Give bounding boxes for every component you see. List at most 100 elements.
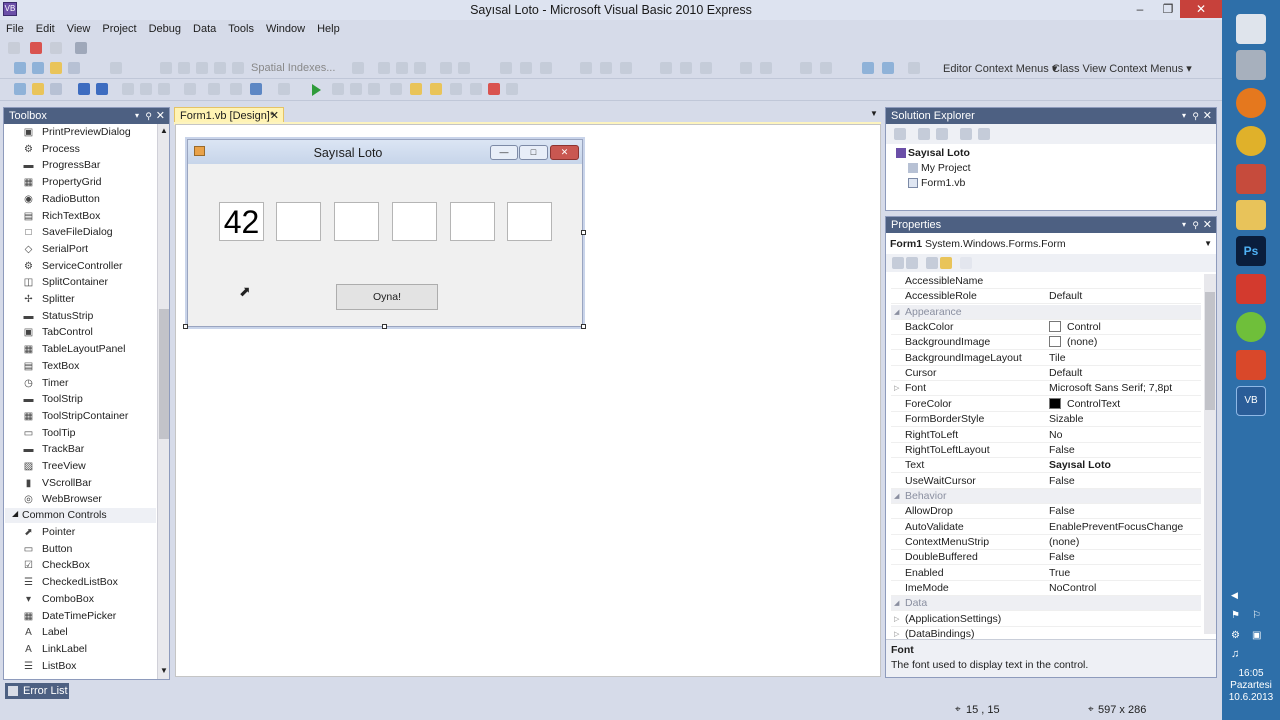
toolbar-icon[interactable]: [232, 62, 244, 74]
property-value[interactable]: False: [1049, 443, 1075, 458]
toolbar-icon[interactable]: [800, 62, 812, 74]
scroll-up-icon[interactable]: ▲: [160, 126, 168, 135]
indent-icon[interactable]: [230, 83, 242, 95]
class-view-context-menus-dropdown[interactable]: Class View Context Menus ▾: [1052, 62, 1192, 75]
view-designer-icon[interactable]: [978, 128, 990, 140]
pin-icon[interactable]: ⚲: [145, 108, 152, 124]
toolbar-icon[interactable]: [700, 62, 712, 74]
property-value[interactable]: False: [1049, 550, 1075, 565]
property-row[interactable]: RightToLeft No: [891, 428, 1201, 443]
toolbox-item[interactable]: ListBox: [42, 660, 76, 672]
property-row[interactable]: BackgroundImage (none): [891, 335, 1201, 351]
tray-icon[interactable]: ⚙: [1231, 630, 1240, 641]
firefox-icon[interactable]: [1236, 88, 1266, 118]
network-icon[interactable]: [1236, 14, 1266, 44]
toolbox-item[interactable]: ToolStripContainer: [42, 410, 128, 422]
toolbox-item[interactable]: TrackBar: [42, 443, 84, 455]
restore-button[interactable]: ❐: [1154, 0, 1182, 18]
property-row[interactable]: BackColor Control: [891, 320, 1201, 336]
menu-edit[interactable]: Edit: [30, 20, 61, 38]
toolbar-icon[interactable]: [908, 62, 920, 74]
visual-basic-icon[interactable]: VB: [1236, 386, 1266, 416]
dropdown-icon[interactable]: ▾: [1182, 217, 1186, 233]
toolbox-item[interactable]: ComboBox: [42, 593, 94, 605]
save-icon[interactable]: [78, 83, 90, 95]
property-row[interactable]: ForeColor ControlText: [891, 397, 1201, 412]
property-row[interactable]: ImeMode NoControl: [891, 581, 1201, 596]
property-row[interactable]: AutoValidate EnablePreventFocusChange: [891, 520, 1201, 535]
output-icon[interactable]: [506, 83, 518, 95]
property-row[interactable]: BackgroundImageLayout Tile: [891, 351, 1201, 366]
toolbar-icon[interactable]: [14, 62, 26, 74]
toolbox-item[interactable]: PrintPreviewDialog: [42, 126, 131, 138]
common-controls-header[interactable]: ◢ Common Controls: [5, 508, 156, 523]
categorized-icon[interactable]: [892, 257, 904, 269]
toolbox-scrollbar[interactable]: ▲ ▼: [157, 124, 169, 679]
number-box-4[interactable]: [392, 202, 437, 241]
toolbox-item[interactable]: ToolStrip: [42, 393, 83, 405]
toolbar-icon[interactable]: [396, 62, 408, 74]
property-row[interactable]: Text Sayısal Loto: [891, 458, 1201, 474]
redo-icon[interactable]: [278, 83, 290, 95]
form-close-button[interactable]: ✕: [550, 145, 579, 160]
events-icon[interactable]: [940, 257, 952, 269]
toolbox-item[interactable]: LinkLabel: [42, 643, 87, 655]
toolbox-item[interactable]: CheckBox: [42, 559, 90, 571]
toolbox-item[interactable]: VScrollBar: [42, 477, 92, 489]
toolbox-item[interactable]: RichTextBox: [42, 210, 100, 222]
flag-icon[interactable]: ⚐: [1252, 610, 1261, 621]
property-pages-icon[interactable]: [960, 257, 972, 269]
toolbox-icon[interactable]: [470, 83, 482, 95]
property-row[interactable]: Enabled True: [891, 566, 1201, 581]
toolbar-icon[interactable]: [540, 62, 552, 74]
toolbox-item[interactable]: ServiceController: [42, 260, 123, 272]
number-box-6[interactable]: [507, 202, 552, 241]
toolbox-item[interactable]: Label: [42, 626, 68, 638]
toolbox-item[interactable]: ToolTip: [42, 427, 75, 439]
toolbar-icon[interactable]: [680, 62, 692, 74]
toolbox-item[interactable]: Process: [42, 143, 80, 155]
menu-window[interactable]: Window: [260, 20, 311, 38]
toolbox-item[interactable]: Button: [42, 543, 72, 555]
property-row[interactable]: ContextMenuStrip (none): [891, 535, 1201, 550]
menu-debug[interactable]: Debug: [143, 20, 187, 38]
toolbox-item[interactable]: PropertyGrid: [42, 176, 102, 188]
error-icon[interactable]: [488, 83, 500, 95]
property-value[interactable]: Sizable: [1049, 412, 1083, 427]
toolbar-icon[interactable]: [50, 42, 62, 54]
property-value[interactable]: Microsoft Sans Serif; 7,8pt: [1049, 381, 1172, 396]
minimize-button[interactable]: –: [1126, 0, 1154, 18]
number-box-2[interactable]: [276, 202, 321, 241]
oyna-button[interactable]: Oyna!: [336, 284, 438, 310]
property-value[interactable]: (none): [1049, 535, 1079, 550]
solution-explorer-icon[interactable]: [410, 83, 422, 95]
property-row[interactable]: DoubleBuffered False: [891, 550, 1201, 566]
property-row[interactable]: RightToLeftLayout False: [891, 443, 1201, 458]
number-box-5[interactable]: [450, 202, 495, 241]
toolbox-item[interactable]: StatusStrip: [42, 310, 93, 322]
toolbar-icon[interactable]: [520, 62, 532, 74]
property-row[interactable]: FormBorderStyle Sizable: [891, 412, 1201, 428]
toolbox-item[interactable]: RadioButton: [42, 193, 100, 205]
pin-icon[interactable]: ⚲: [1192, 217, 1199, 233]
toolbar-icon[interactable]: [32, 62, 44, 74]
toolbar-icon[interactable]: [160, 62, 172, 74]
collapse-icon[interactable]: ◢: [894, 305, 899, 320]
photoshop-icon[interactable]: Ps: [1236, 236, 1266, 266]
property-value[interactable]: Tile: [1049, 351, 1066, 366]
object-browser-icon[interactable]: [450, 83, 462, 95]
tab-dropdown-icon[interactable]: ▼: [870, 109, 878, 118]
resize-handle[interactable]: [581, 230, 586, 235]
property-value[interactable]: No: [1049, 428, 1062, 443]
new-project-icon[interactable]: [14, 83, 26, 95]
toolbar-icon[interactable]: [862, 62, 874, 74]
open-file-icon[interactable]: [32, 83, 44, 95]
folder-icon[interactable]: [1236, 200, 1266, 230]
tab-form1-design[interactable]: Form1.vb [Design]* ✕: [174, 107, 284, 123]
menu-data[interactable]: Data: [187, 20, 222, 38]
resize-handle[interactable]: [581, 324, 586, 329]
app-icon[interactable]: [1236, 312, 1266, 342]
toolbar-icon[interactable]: [378, 62, 390, 74]
property-value[interactable]: (none): [1049, 335, 1097, 350]
collapse-icon[interactable]: ◢: [894, 596, 899, 611]
